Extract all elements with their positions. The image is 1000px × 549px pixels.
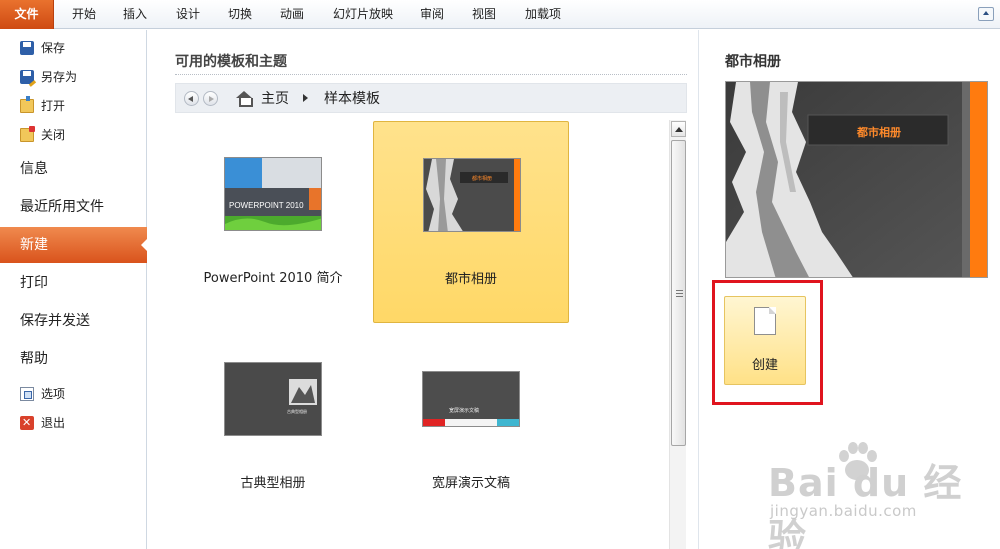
- thumb-text: 古典型相册: [287, 408, 307, 414]
- save-icon: [20, 41, 34, 55]
- nav-print[interactable]: 打印: [0, 265, 147, 301]
- nav-save[interactable]: 保存: [20, 37, 65, 59]
- tab-review[interactable]: 审阅: [410, 0, 454, 29]
- back-button[interactable]: [184, 90, 199, 106]
- templates-panel: 可用的模板和主题 主页 样本模板 POWERPOINT 2010 PowerPo…: [148, 30, 699, 549]
- template-urban-album[interactable]: 都市相册 都市相册: [373, 121, 569, 323]
- thumb-text: 宽屏演示文稿: [449, 407, 479, 414]
- tab-home[interactable]: 开始: [62, 0, 106, 29]
- exit-icon: [20, 412, 34, 434]
- tab-file[interactable]: 文件: [0, 0, 54, 29]
- nav-save-as-label: 另存为: [41, 70, 78, 84]
- template-thumbnail: 古典型相册: [224, 362, 322, 436]
- breadcrumb: 主页 样本模板: [175, 83, 687, 113]
- template-preview-image: 都市相册: [725, 81, 988, 278]
- open-folder-icon: [20, 96, 34, 113]
- tab-addins[interactable]: 加载项: [516, 0, 570, 29]
- templates-title: 可用的模板和主题: [175, 54, 287, 70]
- tab-slideshow[interactable]: 幻灯片放映: [326, 0, 400, 29]
- nav-recent[interactable]: 最近所用文件: [0, 189, 147, 225]
- nav-help[interactable]: 帮助: [0, 341, 147, 377]
- forward-button[interactable]: [203, 90, 218, 106]
- nav-save-label: 保存: [41, 41, 66, 55]
- tab-view[interactable]: 视图: [462, 0, 506, 29]
- ribbon-expand-button[interactable]: [978, 7, 994, 21]
- backstage-nav: 保存 另存为 打开 关闭 信息 最近所用文件 新建 打印 保存并发送 帮助 选项…: [0, 30, 148, 549]
- template-label: 古典型相册: [240, 476, 306, 491]
- breadcrumb-arrow-icon: [303, 94, 308, 102]
- nav-save-send[interactable]: 保存并发送: [0, 303, 147, 339]
- tab-animations[interactable]: 动画: [270, 0, 314, 29]
- preview-text: 都市相册: [856, 125, 901, 139]
- nav-close[interactable]: 关闭: [20, 124, 65, 146]
- nav-exit[interactable]: 退出: [20, 412, 65, 434]
- template-powerpoint-intro[interactable]: POWERPOINT 2010 PowerPoint 2010 简介: [175, 121, 371, 323]
- thumb-text: 都市相册: [472, 175, 492, 182]
- nav-new[interactable]: 新建: [0, 227, 148, 263]
- tab-transitions[interactable]: 切换: [218, 0, 262, 29]
- grip-icon: [676, 290, 683, 297]
- breadcrumb-current[interactable]: 样本模板: [324, 88, 380, 108]
- ribbon-tab-bar: 文件 开始 插入 设计 切换 动画 幻灯片放映 审阅 视图 加载项: [0, 0, 1000, 29]
- template-classic-album[interactable]: 古典型相册 古典型相册: [175, 327, 371, 529]
- options-icon: [20, 387, 34, 401]
- preview-title: 都市相册: [725, 54, 781, 70]
- save-as-icon: [20, 70, 34, 84]
- template-label: 宽屏演示文稿: [431, 476, 510, 491]
- nav-info[interactable]: 信息: [0, 151, 147, 187]
- tab-design[interactable]: 设计: [166, 0, 210, 29]
- breadcrumb-home[interactable]: 主页: [261, 88, 289, 108]
- baidu-watermark: Bai du 经验 jingyan.baidu.com: [765, 440, 995, 549]
- template-label: PowerPoint 2010 简介: [203, 271, 343, 286]
- create-button-label: 创建: [751, 358, 778, 373]
- nav-options-label: 选项: [41, 387, 66, 401]
- watermark-logo: Bai du 经验: [768, 461, 963, 549]
- template-widescreen[interactable]: 宽屏演示文稿 宽屏演示文稿: [373, 327, 569, 529]
- template-label: 都市相册: [444, 272, 497, 287]
- nav-open-label: 打开: [41, 99, 66, 113]
- vertical-scrollbar[interactable]: [669, 120, 686, 549]
- create-button[interactable]: 创建: [724, 296, 806, 385]
- document-icon: [754, 307, 776, 335]
- nav-open[interactable]: 打开: [20, 95, 65, 117]
- tab-insert[interactable]: 插入: [113, 0, 157, 29]
- template-thumbnail: POWERPOINT 2010: [224, 157, 322, 231]
- home-icon[interactable]: [236, 91, 253, 107]
- scroll-thumb[interactable]: [671, 140, 686, 446]
- nav-close-label: 关闭: [41, 128, 66, 142]
- close-folder-icon: [20, 126, 35, 142]
- watermark-url: jingyan.baidu.com: [770, 502, 917, 520]
- nav-options[interactable]: 选项: [20, 383, 65, 405]
- scroll-up-button[interactable]: [671, 121, 686, 137]
- template-thumbnail: 都市相册: [423, 158, 521, 232]
- template-thumbnail: 宽屏演示文稿: [422, 371, 520, 427]
- divider: [175, 74, 687, 75]
- nav-exit-label: 退出: [41, 416, 66, 430]
- thumb-text: POWERPOINT 2010: [229, 201, 304, 210]
- nav-save-as[interactable]: 另存为: [20, 66, 77, 88]
